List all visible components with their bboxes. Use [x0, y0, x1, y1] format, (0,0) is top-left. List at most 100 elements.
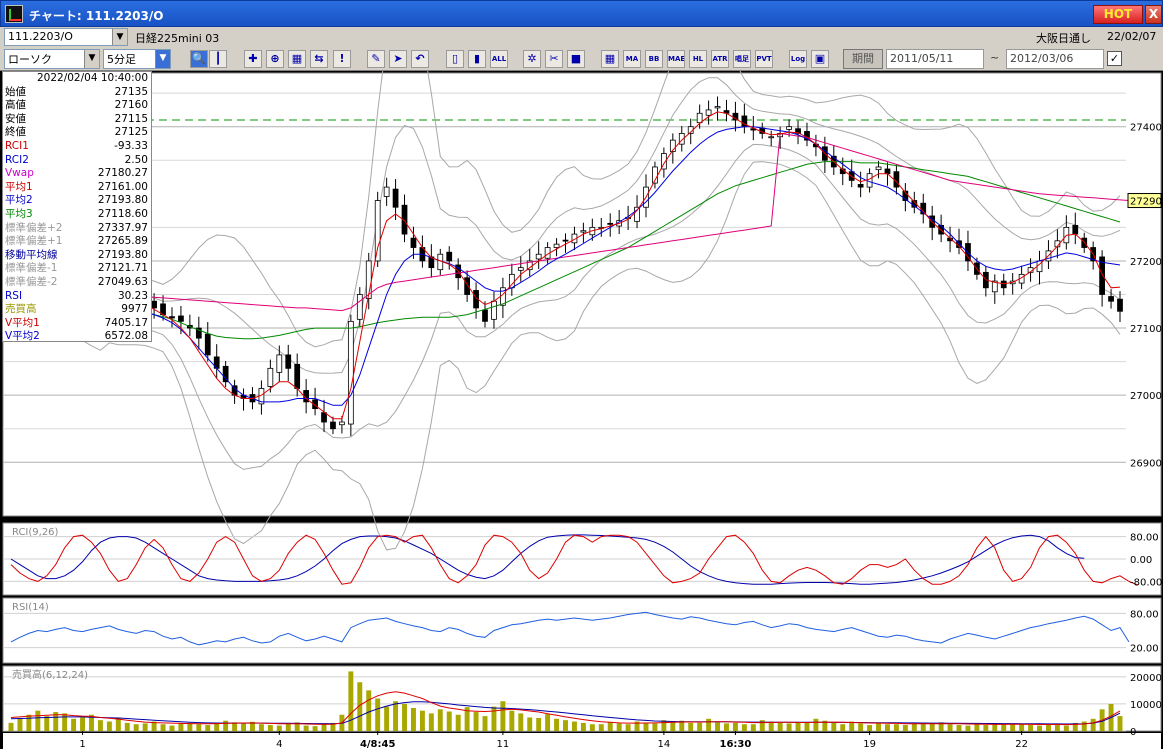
- y-tick-label: 27100: [1130, 324, 1162, 335]
- volume-bar: [8, 722, 14, 731]
- candle-body: [1117, 298, 1123, 312]
- chevron-down-icon[interactable]: ▼: [84, 50, 99, 68]
- mae-button[interactable]: MAE: [667, 50, 685, 68]
- data-info-panel: 2022/02/04 10:40:00 始値 27135 高値 27160 安値 2711…: [2, 71, 152, 342]
- volume-bar: [437, 709, 443, 731]
- volume-bar: [178, 723, 184, 731]
- volume-bar: [1081, 721, 1087, 731]
- atr-button[interactable]: ATR: [711, 50, 729, 68]
- color-icon[interactable]: ■: [567, 50, 585, 68]
- period-checkbox[interactable]: ✓: [1107, 51, 1122, 66]
- info-row: 始値 27135: [3, 86, 151, 100]
- date-from-field[interactable]: 2011/05/11: [886, 49, 984, 69]
- date-range-separator: ~: [990, 51, 1000, 64]
- window-title-bar[interactable]: チャート: 111.2203/O HOT X: [0, 0, 1163, 27]
- volume-bar: [706, 718, 712, 731]
- volume-bar: [652, 723, 658, 731]
- volume-bar: [1045, 724, 1051, 731]
- instrument-name: 日経225mini 03: [135, 32, 220, 45]
- symbol-select[interactable]: 111.2203/O ▼: [4, 28, 128, 46]
- volume-bar: [446, 711, 452, 731]
- chevron-down-icon[interactable]: ▼: [112, 29, 127, 45]
- grid-icon[interactable]: ▦: [601, 50, 619, 68]
- interval-select[interactable]: 5分足 ▼: [103, 49, 171, 69]
- volume-bar: [643, 722, 649, 731]
- info-row: 平均1 27161.00: [3, 181, 151, 195]
- wrench-icon[interactable]: ✂: [545, 50, 563, 68]
- candle-body: [204, 333, 211, 356]
- volume-bar: [1117, 716, 1123, 731]
- candle-body: [786, 126, 792, 130]
- crosshair-icon[interactable]: ✚: [244, 50, 262, 68]
- candle-body: [517, 267, 524, 271]
- info-label: 移動平均線: [5, 248, 58, 261]
- info-label: V平均2: [5, 330, 40, 343]
- volume-bar: [124, 722, 130, 731]
- info-row: 平均2 27193.80: [3, 194, 151, 208]
- candle-body: [1108, 296, 1114, 302]
- candle2-icon[interactable]: ▮: [468, 50, 486, 68]
- undo-icon[interactable]: ↶: [411, 50, 429, 68]
- all-button[interactable]: ALL: [490, 50, 508, 68]
- candle-icon[interactable]: ▯: [446, 50, 464, 68]
- candle-body: [1000, 280, 1007, 289]
- info-label: 高値: [5, 99, 26, 112]
- chart-remove-icon[interactable]: ⇆: [310, 50, 328, 68]
- zoom-icon[interactable]: 🔍: [190, 50, 208, 68]
- volume-bar: [106, 721, 112, 731]
- chart-type-value: ローソク: [8, 53, 52, 66]
- pencil-icon[interactable]: ✎: [367, 50, 385, 68]
- chart-canvas[interactable]: 27400 27200 27000 26900 27100 27290 RCI(9,26) 8…: [0, 71, 1163, 749]
- info-value: 27049.63: [97, 275, 148, 288]
- candle-body: [580, 230, 587, 233]
- market-session: 大阪日通し: [1036, 32, 1091, 45]
- chevron-down-icon[interactable]: ▼: [155, 50, 170, 68]
- hl-button[interactable]: HL: [689, 50, 707, 68]
- volume-bar: [500, 701, 506, 731]
- info-label: RCI2: [5, 153, 29, 166]
- info-row: RSI 30.23: [3, 290, 151, 304]
- volume-bar: [777, 722, 783, 731]
- info-label: 標準偏差-2: [5, 275, 58, 288]
- cursor-icon[interactable]: ➤: [389, 50, 407, 68]
- zoom-in-icon[interactable]: ⊕: [266, 50, 284, 68]
- period-button[interactable]: 期間: [843, 49, 883, 69]
- x-tick-label: 14: [658, 739, 671, 749]
- chart-type-select[interactable]: ローソク ▼: [4, 49, 100, 69]
- info-value: 30.23: [117, 289, 148, 302]
- info-value: 27160: [114, 99, 148, 112]
- info-value: -93.33: [114, 139, 148, 152]
- volume-bar: [44, 716, 50, 731]
- volume-tick-label: 10000: [1130, 700, 1162, 711]
- volume-bar: [571, 721, 577, 731]
- ma-button[interactable]: MA: [623, 50, 641, 68]
- volume-bar: [71, 718, 77, 731]
- volume-bar: [697, 722, 703, 731]
- info-icon[interactable]: !: [333, 50, 351, 68]
- hot-button[interactable]: HOT: [1093, 5, 1143, 24]
- export-icon[interactable]: ▣: [811, 50, 829, 68]
- volume-bar: [26, 714, 32, 731]
- date-to-field[interactable]: 2012/03/06: [1006, 49, 1104, 69]
- settings-icon[interactable]: ✲: [523, 50, 541, 68]
- close-button[interactable]: X: [1145, 5, 1162, 24]
- pvt-button[interactable]: PVT: [755, 50, 773, 68]
- candle-body: [222, 365, 229, 383]
- candle-body: [696, 112, 703, 124]
- chart-add-icon[interactable]: ▦: [288, 50, 306, 68]
- volume-bar: [876, 722, 881, 731]
- volume-bar: [858, 723, 864, 731]
- app-chart-icon: [5, 5, 23, 23]
- volume-bar: [80, 717, 86, 731]
- split-icon[interactable]: ┃: [209, 50, 227, 68]
- info-row: Vwap 27180.27: [3, 167, 151, 181]
- info-value: 27161.00: [97, 180, 148, 193]
- rci-panel-label: RCI(9,26): [12, 527, 59, 538]
- volume-bar: [169, 725, 175, 731]
- pb-button[interactable]: 唱足: [733, 50, 751, 68]
- symbol-value: 111.2203/O: [8, 30, 73, 43]
- x-tick-label: 16:30: [720, 739, 752, 749]
- bb-button[interactable]: BB: [645, 50, 663, 68]
- log-button[interactable]: Log: [789, 50, 807, 68]
- current-price-label: 27290: [1130, 197, 1162, 208]
